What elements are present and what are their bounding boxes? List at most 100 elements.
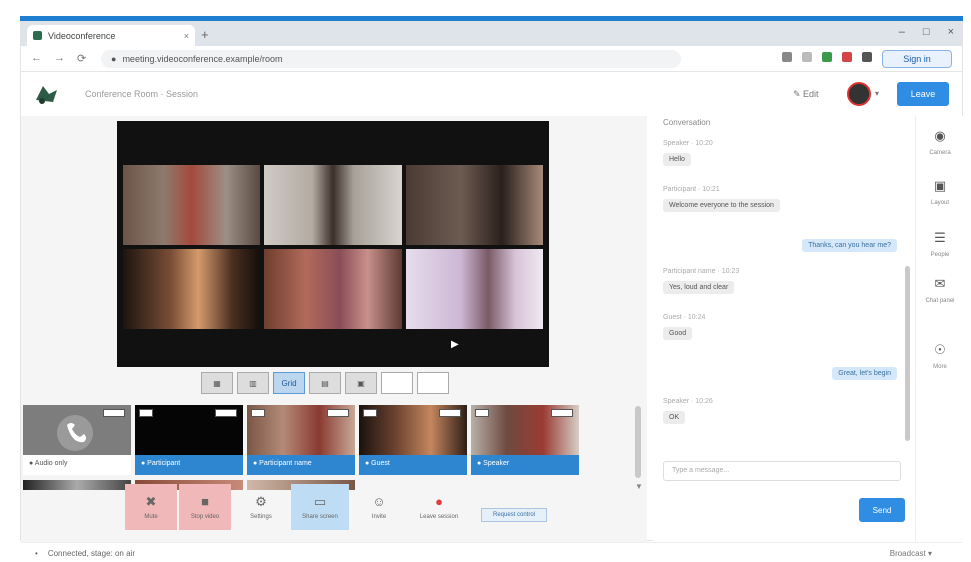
thumbnails-scrollbar[interactable] [635,406,641,478]
layout-button-4[interactable]: ▤ [309,372,341,394]
chat-icon: ✉ [934,276,946,291]
layout-selector: ▦ ▥ Grid ▤ ▣ [201,372,449,394]
person-icon: ☺ [372,493,386,509]
minimize-button[interactable]: – [899,26,905,38]
toolbar-label: Settings [250,513,272,520]
url-input[interactable]: ● meeting.videoconference.example/room [101,50,681,68]
message-meta: Participant · 10:21 [663,186,720,193]
thumbnail-badge [439,409,461,417]
app-header: Conference Room · Session ✎ Edit ▾ Leave [21,72,962,116]
request-control-button[interactable]: Request control [481,508,547,522]
profile-button[interactable]: Sign in [882,50,952,68]
participant-thumbnails: ● Audio only ● Participant ● Participant… [23,405,579,475]
video-grid [123,165,543,329]
rail-label: More [933,364,947,370]
rail-item-camera[interactable]: ◉ Camera [920,128,960,156]
forward-icon[interactable]: → [54,52,65,65]
rail-item-people[interactable]: ☰ People [920,230,960,258]
thumbnail-label: ● Participant name [247,455,355,475]
nav-buttons: ← → ⟳ [31,52,86,65]
video-tile [123,165,261,245]
video-stage: ▶ ▦ ▥ Grid ▤ ▣ ● Audio only ● Participan… [21,116,647,542]
message-bubble: Hello [663,153,691,166]
rail-item-more[interactable]: ☉ More [920,342,960,370]
message-bubble: Great, let's begin [832,367,897,380]
extension-red-icon[interactable] [842,52,852,62]
monitor-icon: ▭ [313,493,327,509]
message-bubble: Welcome everyone to the session [663,199,780,212]
rail-item-layout[interactable]: ▣ Layout [920,178,960,206]
user-avatar[interactable] [847,82,871,106]
thumbnail-badge [103,409,125,417]
layout-button-7[interactable] [417,372,449,394]
tab-title: Videoconference [48,30,116,41]
tab-close-icon[interactable]: × [184,31,189,41]
gear-icon: ⚙ [255,493,267,509]
layout-button-grid[interactable]: Grid [273,372,305,394]
layout-button-2[interactable]: ▥ [237,372,269,394]
bookmark-icon[interactable] [782,52,792,62]
window-close-button[interactable]: × [948,26,954,38]
browser-tab[interactable]: Videoconference × [27,25,195,46]
share-screen-button[interactable]: ▭ Share screen [291,484,349,530]
toolbar-label: Stop video [190,513,220,520]
camera-off-icon: ■ [201,493,209,509]
chevron-down-icon[interactable]: ▾ [875,89,879,98]
favicon-icon [33,31,42,40]
participant-thumbnail[interactable]: ● Audio only [23,405,131,475]
extension-icon[interactable] [802,52,812,62]
participant-thumbnail[interactable]: ● Participant name [247,405,355,475]
new-tab-button[interactable]: + [201,27,209,42]
message-meta: Guest · 10:24 [663,314,706,321]
leave-button[interactable]: Leave [897,82,949,106]
invite-button[interactable]: ☺ Invite [353,484,405,530]
thumbnail-label: ● Speaker [471,455,579,475]
edit-button[interactable]: ✎ Edit [793,89,819,100]
settings-button[interactable]: ⚙ Settings [235,484,287,530]
app-frame: Videoconference × + – □ × ← → ⟳ ● meetin… [0,0,971,562]
status-dot-icon: • [35,549,38,558]
toolbar-label: Share screen [302,513,338,520]
message-meta: Speaker · 10:26 [663,398,713,405]
rail-label: Layout [930,200,949,206]
extension-icons [782,52,872,62]
participant-thumbnail[interactable]: ● Participant [135,405,243,475]
chat-scrollbar[interactable] [905,266,910,441]
message-meta: Participant name · 10:23 [663,268,740,275]
chat-message: Guest · 10:24 Good [663,314,705,340]
video-tile [405,165,543,245]
window-controls: – □ × [899,26,954,38]
toolbar-label: Invite [371,513,387,520]
main-video[interactable]: ▶ [117,121,549,367]
thumbnail-badge [363,409,377,417]
message-meta: Speaker · 10:20 [663,140,713,147]
chat-message: Participant name · 10:23 Yes, loud and c… [663,268,739,294]
layout-button-1[interactable]: ▦ [201,372,233,394]
stop-video-button[interactable]: ■ Stop video [179,484,231,530]
rail-label: People [930,252,950,258]
back-icon[interactable]: ← [31,52,42,65]
thumbnail-badge [251,409,265,417]
maximize-button[interactable]: □ [923,26,930,38]
puzzle-icon[interactable] [862,52,872,62]
send-button[interactable]: Send [859,498,905,522]
mute-button[interactable]: ✖ Mute [125,484,177,530]
rail-item-chat[interactable]: ✉ Chat panel [920,276,960,304]
chat-panel: Conversation Speaker · 10:20 Hello Parti… [653,116,915,542]
broadcast-dropdown[interactable]: Broadcast ▾ [890,549,932,558]
thumbnail-badge [475,409,489,417]
layout-button-6[interactable] [381,372,413,394]
reload-icon[interactable]: ⟳ [77,52,86,65]
camera-icon: ◉ [934,128,946,143]
hang-up-icon: ● [435,493,443,509]
message-bubble: OK [663,411,686,424]
chat-input[interactable]: Type a message... [663,461,901,481]
message-bubble: Yes, loud and clear [663,281,735,294]
thumbnail-badge [215,409,237,417]
participant-thumbnail[interactable]: ● Guest [359,405,467,475]
participant-thumbnail[interactable]: ● Speaker [471,405,579,475]
leave-session-button[interactable]: ● Leave session [413,484,465,530]
layout-button-5[interactable]: ▣ [345,372,377,394]
call-toolbar: ✖ Mute ■ Stop video ⚙ Settings ▭ Share s… [21,484,647,538]
extension-green-icon[interactable] [822,52,832,62]
